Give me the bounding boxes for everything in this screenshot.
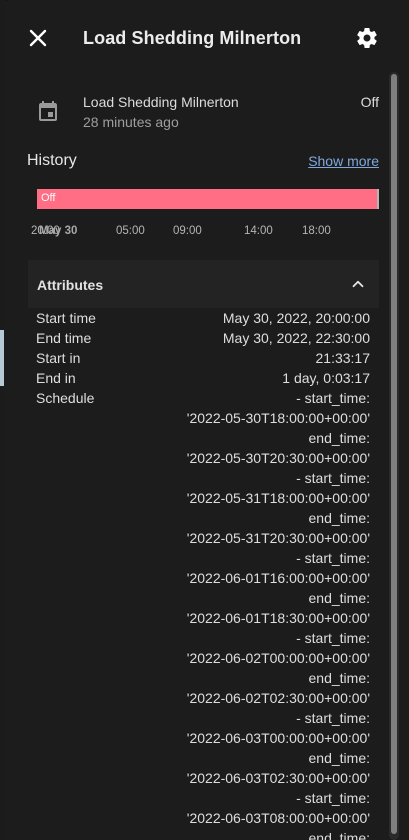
timeline-state-label: Off	[41, 192, 56, 204]
schedule-line: '2022-06-03T00:00:00+00:00'	[186, 730, 370, 746]
history-heading: History	[27, 152, 77, 169]
schedule-line: '2022-06-02T02:30:00+00:00'	[186, 690, 370, 706]
attribute-key: End in	[36, 370, 76, 386]
schedule-line: '2022-05-30T20:30:00+00:00'	[186, 450, 370, 466]
entity-state: Off	[360, 94, 379, 110]
entity-name: Load Shedding Milnerton	[83, 94, 239, 110]
timeline-tick: 09:00	[173, 225, 202, 237]
schedule-line: end_time:	[308, 750, 370, 766]
scrollbar[interactable]	[389, 72, 399, 840]
timeline-tick: 05:00	[116, 225, 145, 237]
attribute-key: Start time	[36, 310, 96, 326]
schedule-line: - start_time:	[296, 630, 370, 646]
attribute-value: 1 day, 0:03:17	[282, 370, 370, 386]
entity-last-changed: 28 minutes ago	[83, 114, 179, 130]
schedule-line: - start_time:	[296, 710, 370, 726]
close-icon	[29, 29, 47, 47]
attribute-value: - start_time:	[296, 390, 370, 406]
attribute-value: May 30, 2022, 22:30:00	[222, 330, 370, 346]
schedule-line: - start_time:	[296, 790, 370, 806]
dialog-header: Load Shedding Milnerton	[4, 0, 409, 76]
settings-button[interactable]	[355, 26, 379, 50]
schedule-line: '2022-06-01T16:00:00+00:00'	[186, 570, 370, 586]
schedule-line: - start_time:	[296, 470, 370, 486]
schedule-line: '2022-06-03T08:00:00+00:00'	[186, 810, 370, 826]
dialog-title: Load Shedding Milnerton	[83, 28, 302, 48]
timeline-tick: May 30	[39, 225, 78, 237]
schedule-line: end_time:	[308, 670, 370, 686]
entity-row: Load Shedding Milnerton 28 minutes ago O…	[28, 92, 380, 132]
schedule-line: end_time:	[308, 590, 370, 606]
calendar-icon	[36, 100, 60, 124]
schedule-line: end_time:	[308, 510, 370, 526]
timeline-tick: 18:00	[302, 225, 331, 237]
schedule-line: end_time:	[308, 830, 370, 840]
schedule-line: - start_time:	[296, 550, 370, 566]
schedule-line: '2022-06-02T00:00:00+00:00'	[186, 650, 370, 666]
schedule-line: '2022-05-30T18:00:00+00:00'	[186, 410, 370, 426]
scrollbar-thumb[interactable]	[391, 74, 397, 834]
schedule-line: '2022-06-01T18:30:00+00:00'	[186, 610, 370, 626]
attribute-value: May 30, 2022, 20:00:00	[222, 310, 370, 326]
attribute-key: Start in	[36, 350, 81, 366]
close-button[interactable]	[26, 26, 50, 50]
history-timeline-bar[interactable]: Off	[37, 189, 379, 209]
gear-icon	[357, 28, 377, 48]
attributes-expander[interactable]: Attributes	[28, 260, 379, 308]
chevron-up-icon[interactable]	[349, 275, 367, 293]
attributes-heading: Attributes	[37, 277, 104, 293]
attribute-value: 21:33:17	[315, 350, 371, 366]
schedule-line: '2022-05-31T20:30:00+00:00'	[186, 530, 370, 546]
timeline-tick: 14:00	[244, 225, 273, 237]
show-more-link[interactable]: Show more	[308, 153, 379, 169]
more-info-dialog: Load Shedding Milnerton Load Shedding Mi…	[4, 0, 409, 840]
schedule-line: '2022-06-03T02:30:00+00:00'	[186, 770, 370, 786]
attribute-key: Schedule	[36, 390, 95, 406]
schedule-line: end_time:	[308, 430, 370, 446]
schedule-line: '2022-05-31T18:00:00+00:00'	[186, 490, 370, 506]
attribute-key: End time	[36, 330, 92, 346]
